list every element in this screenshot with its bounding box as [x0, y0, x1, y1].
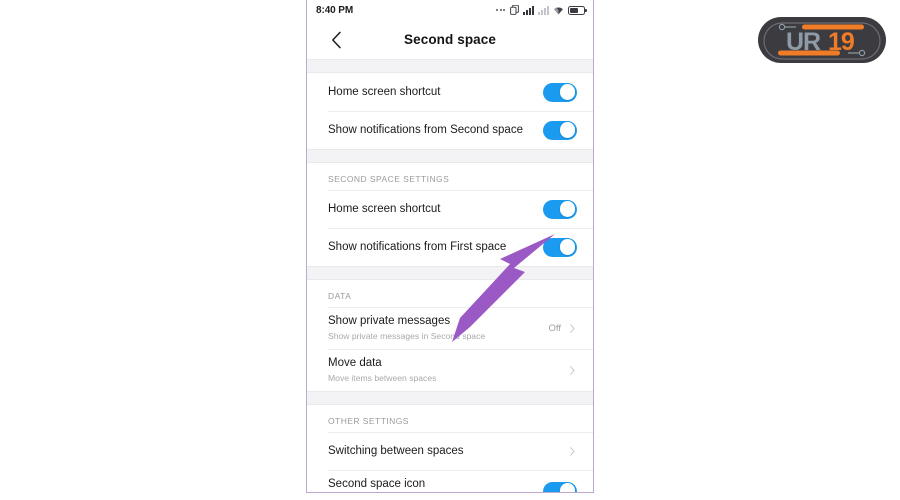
svg-text:UR: UR — [786, 28, 821, 56]
toggle-home-screen-shortcut-2[interactable] — [543, 199, 577, 219]
chevron-right-icon — [570, 446, 575, 456]
more-dots-icon — [496, 9, 505, 11]
list-item-title: Show notifications from First space — [328, 240, 507, 253]
list-item-title: Home screen shortcut — [328, 202, 441, 215]
list-item-title: Switching between spaces — [328, 444, 464, 457]
row-control — [543, 481, 577, 492]
row-control — [543, 237, 577, 257]
dual-sim-icon — [510, 5, 519, 15]
list-item[interactable]: Home screen shortcut — [307, 190, 593, 228]
row-control — [568, 446, 577, 456]
signal-bars-icon — [523, 5, 534, 15]
row-texts: Move data Move items between spaces — [328, 349, 560, 391]
list-item-title: Show private messages — [328, 315, 451, 327]
row-control — [543, 199, 577, 219]
toggle-show-notifications-first-space[interactable] — [543, 237, 577, 257]
signal-bars-dim-icon — [538, 5, 549, 15]
page-title: Second space — [404, 32, 496, 47]
list-item-title: Move data — [328, 357, 382, 369]
status-bar-time: 8:40 PM — [316, 4, 354, 16]
list-item-title: Second space icon — [328, 478, 426, 490]
section-header-second-space-settings: SECOND SPACE SETTINGS — [307, 163, 593, 190]
section-header-data: DATA — [307, 280, 593, 307]
battery-icon — [568, 5, 587, 15]
section-header-other-settings: OTHER SETTINGS — [307, 405, 593, 432]
section-gap — [307, 59, 593, 73]
row-texts: Show notifications from First space — [328, 233, 535, 262]
row-texts: Show notifications from Second space — [328, 116, 535, 145]
list-item[interactable]: Show private messages Show private messa… — [307, 307, 593, 349]
section-gap — [307, 266, 593, 280]
list-item-subtitle: Show private messages in Second space — [328, 331, 486, 341]
row-texts: Home screen shortcut — [328, 195, 535, 224]
row-control — [543, 82, 577, 102]
list-item[interactable]: Show notifications from Second space — [307, 111, 593, 149]
list-item-subtitle: Move items between spaces — [328, 373, 437, 383]
back-button[interactable] — [326, 30, 346, 50]
list-item[interactable]: Switching between spaces — [307, 432, 593, 470]
wifi-icon — [554, 7, 563, 14]
list-item-title: Home screen shortcut — [328, 85, 441, 98]
section-gap — [307, 149, 593, 163]
svg-text:19: 19 — [828, 28, 854, 56]
status-bar: 8:40 PM — [307, 0, 593, 20]
chevron-right-icon — [570, 365, 575, 375]
app-bar: Second space — [307, 20, 593, 59]
row-texts: Show private messages Show private messa… — [328, 307, 541, 349]
row-control — [543, 120, 577, 140]
list-item[interactable]: Home screen shortcut — [307, 73, 593, 111]
row-texts: Home screen shortcut — [328, 78, 535, 107]
chevron-left-icon — [331, 31, 341, 48]
list-item[interactable]: Move data Move items between spaces — [307, 349, 593, 391]
toggle-second-space-icon[interactable] — [543, 481, 577, 492]
row-control — [568, 365, 577, 375]
toggle-home-screen-shortcut-1[interactable] — [543, 82, 577, 102]
list-item-value: Off — [548, 322, 562, 334]
list-item-title: Show notifications from Second space — [328, 123, 523, 136]
list-item[interactable]: Second space icon Show Second space icon… — [307, 470, 593, 492]
list-item[interactable]: Show notifications from First space — [307, 228, 593, 266]
chevron-right-icon — [570, 323, 575, 333]
status-bar-icons — [496, 5, 587, 15]
brand-logo: UR 19 — [758, 17, 886, 63]
section-gap — [307, 391, 593, 405]
row-control: Off — [549, 323, 578, 334]
row-texts: Switching between spaces — [328, 437, 560, 466]
row-texts: Second space icon Show Second space icon… — [328, 470, 535, 492]
toggle-show-notifications-second-space[interactable] — [543, 120, 577, 140]
phone-screenshot-frame: 8:40 PM Second space Home screen shortcu… — [306, 0, 594, 493]
